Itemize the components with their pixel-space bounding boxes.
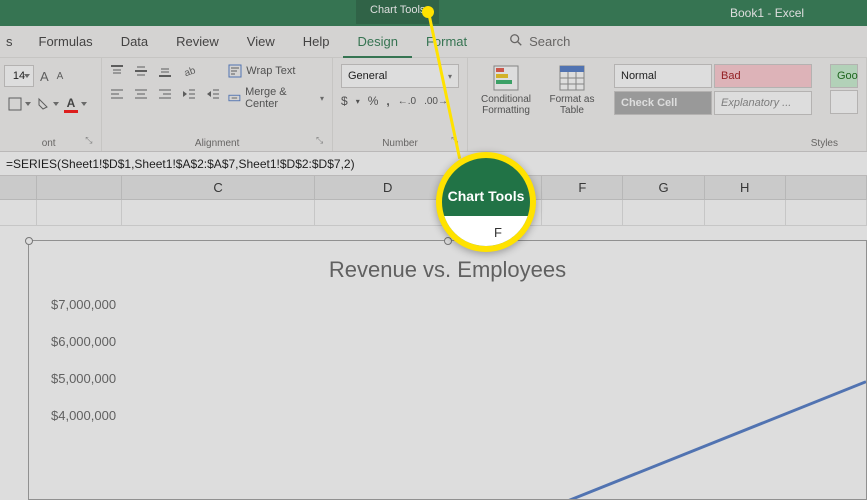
cell-styles-gallery[interactable]: Normal Bad Check Cell Explanatory ...: [614, 64, 824, 116]
wrap-text-button[interactable]: Wrap Text: [228, 64, 324, 78]
column-header-g[interactable]: G: [623, 176, 704, 199]
font-group: 14 A A A ont ⤡: [0, 58, 102, 151]
column-header-f[interactable]: F: [542, 176, 623, 199]
tab-formulas[interactable]: Formulas: [25, 26, 107, 58]
row-header-gutter[interactable]: [0, 176, 37, 199]
tab-view[interactable]: View: [233, 26, 289, 58]
tab-review[interactable]: Review: [162, 26, 233, 58]
wrap-text-icon: [228, 64, 242, 78]
column-header-c[interactable]: C: [122, 176, 316, 199]
tab-format[interactable]: Format: [412, 26, 481, 58]
styles-group-label: Styles: [476, 136, 858, 149]
number-group-label: Number: [341, 136, 459, 149]
style-check-cell[interactable]: Check Cell: [614, 91, 712, 115]
chart-series-line[interactable]: [29, 241, 866, 499]
currency-button[interactable]: $: [341, 94, 348, 108]
decrease-indent-icon[interactable]: [182, 87, 196, 106]
style-bad[interactable]: Bad: [714, 64, 812, 88]
percent-button[interactable]: %: [368, 94, 379, 108]
align-right-icon[interactable]: [158, 87, 172, 106]
styles-group: Conditional Formatting Format as Table N…: [468, 58, 867, 151]
style-normal[interactable]: Normal: [614, 64, 712, 88]
format-as-table-button[interactable]: Format as Table: [542, 64, 602, 116]
magnifier-label: Chart Tools: [448, 188, 525, 204]
sheet-row[interactable]: [0, 200, 867, 226]
shrink-font-button[interactable]: A: [55, 71, 66, 82]
search-label: Search: [529, 34, 570, 49]
svg-text:ab: ab: [183, 65, 196, 78]
tab-design[interactable]: Design: [343, 26, 411, 58]
merge-icon: [228, 91, 241, 105]
align-top-icon[interactable]: [110, 64, 124, 83]
column-header-next[interactable]: [786, 176, 867, 199]
style-partial[interactable]: [830, 90, 858, 114]
border-button[interactable]: [4, 94, 26, 114]
increase-indent-icon[interactable]: [206, 87, 220, 106]
alignment-group: ab Wrap Text Merge & Center: [102, 58, 333, 151]
chart-object[interactable]: Revenue vs. Employees $7,000,000 $6,000,…: [0, 226, 867, 500]
window-title: Book1 - Excel: [730, 6, 804, 20]
magnifier-callout: Chart Tools F: [436, 152, 536, 252]
callout-anchor-icon: [422, 6, 434, 18]
tab-data[interactable]: Data: [107, 26, 162, 58]
conditional-formatting-icon: [492, 64, 520, 92]
formula-bar[interactable]: =SERIES(Sheet1!$D$1,Sheet1!$A$2:$A$7,She…: [0, 152, 867, 176]
font-group-launcher-icon[interactable]: ⤡: [85, 135, 97, 147]
font-group-label: ont: [4, 136, 93, 149]
column-headers: C D E F G H: [0, 176, 867, 200]
alignment-group-label: Alignment: [110, 136, 324, 149]
comma-button[interactable]: ,: [386, 94, 389, 108]
align-left-icon[interactable]: [110, 87, 124, 106]
orientation-icon[interactable]: ab: [182, 64, 196, 83]
formula-input[interactable]: =SERIES(Sheet1!$D$1,Sheet1!$A$2:$A$7,She…: [0, 157, 867, 171]
grow-font-button[interactable]: A: [38, 69, 51, 84]
magnifier-sub: F: [494, 225, 502, 240]
search-icon: [509, 33, 523, 50]
search-box[interactable]: Search: [509, 33, 570, 50]
font-size-input[interactable]: 14: [4, 65, 34, 87]
tab-partial[interactable]: s: [0, 26, 25, 58]
alignment-group-launcher-icon[interactable]: ⤡: [316, 135, 328, 147]
style-good[interactable]: Goo: [830, 64, 858, 88]
style-explanatory[interactable]: Explanatory ...: [714, 91, 812, 115]
column-header-partial[interactable]: [37, 176, 122, 199]
merge-center-button[interactable]: Merge & Center ▾: [228, 86, 324, 110]
font-color-button[interactable]: A: [60, 94, 82, 114]
column-header-h[interactable]: H: [705, 176, 786, 199]
align-bottom-icon[interactable]: [158, 64, 172, 83]
tab-help[interactable]: Help: [289, 26, 344, 58]
conditional-formatting-button[interactable]: Conditional Formatting: [476, 64, 536, 116]
align-center-icon[interactable]: [134, 87, 148, 106]
format-as-table-icon: [558, 64, 586, 92]
increase-decimal-button[interactable]: ←.0: [398, 96, 416, 107]
ribbon: 14 A A A ont ⤡: [0, 58, 867, 152]
align-middle-icon[interactable]: [134, 64, 148, 83]
fill-color-button[interactable]: [32, 94, 54, 114]
